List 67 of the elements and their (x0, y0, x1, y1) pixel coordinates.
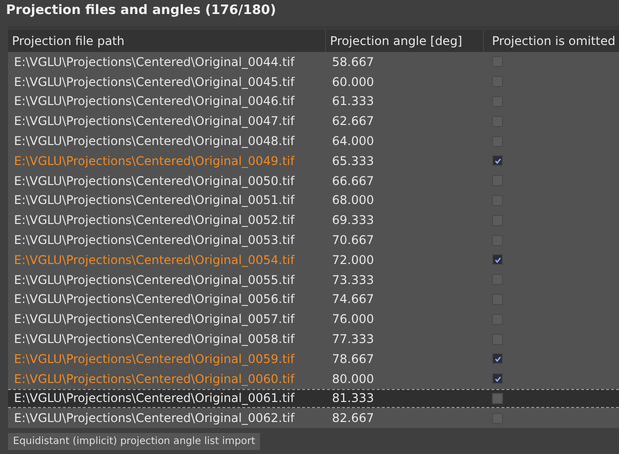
column-header[interactable]: Projection angle [deg] (326, 30, 484, 52)
table-row[interactable]: E:\VGLU\Projections\Centered\Original_0057.tif 76.000 (8, 309, 619, 330)
import-button[interactable]: Equidistant (implicit) projection angle list import (8, 433, 260, 450)
table-row[interactable]: E:\VGLU\Projections\Centered\Original_0051.tif 68.000 (8, 190, 619, 210)
file-path-cell-text: E:\VGLU\Projections\Centered\Original_0046.tif (13, 94, 296, 108)
file-path-cell-text: E:\VGLU\Projections\Centered\Original_0061.tif (13, 391, 296, 406)
angle-cell-text: 61.333 (331, 94, 375, 108)
file-path-cell-text: E:\VGLU\Projections\Centered\Original_0054.tif (13, 252, 296, 267)
column-header[interactable]: Projection is omitted (484, 30, 619, 52)
table-row[interactable]: E:\VGLU\Projections\Centered\Original_0059.tif 78.667 (8, 348, 619, 369)
angle-cell-text: 62.667 (331, 114, 375, 128)
omitted-checkbox[interactable] (492, 392, 503, 404)
file-path-cell-text: E:\VGLU\Projections\Centered\Original_0044.tif (13, 54, 296, 69)
file-path-cell-text: E:\VGLU\Projections\Centered\Original_0055.tif (13, 272, 296, 287)
table-row[interactable]: E:\VGLU\Projections\Centered\Original_0056.tif 74.667 (8, 290, 619, 310)
file-path-cell-text: E:\VGLU\Projections\Centered\Original_0059.tif (13, 352, 296, 366)
file-path-cell-text: E:\VGLU\Projections\Centered\Original_0060.tif (13, 372, 296, 386)
table-row[interactable]: E:\VGLU\Projections\Centered\Original_0054.tif 72.000 (8, 250, 619, 270)
angle-cell-text: 69.333 (331, 213, 375, 228)
angle-cell-text: 82.667 (331, 411, 375, 426)
table-row[interactable]: E:\VGLU\Projections\Centered\Original_0049.tif 65.333 (8, 150, 619, 171)
angle-cell-text: 76.000 (331, 312, 375, 326)
table-row[interactable]: E:\VGLU\Projections\Centered\Original_0046.tif 61.333 (8, 92, 619, 112)
file-path-cell-text: E:\VGLU\Projections\Centered\Original_0056.tif (13, 292, 296, 306)
angle-cell-text: 81.333 (331, 391, 375, 406)
omitted-checkbox[interactable] (492, 254, 503, 266)
angle-cell-text: 80.000 (331, 372, 375, 386)
angle-cell-text: 70.667 (331, 233, 375, 248)
angle-cell-text: 65.333 (331, 154, 375, 168)
file-path-cell-text: E:\VGLU\Projections\Centered\Original_0050.tif (13, 174, 296, 188)
angle-cell-text: 58.667 (331, 54, 375, 69)
file-path-cell-text: E:\VGLU\Projections\Centered\Original_0051.tif (13, 193, 296, 208)
angle-cell-text: 66.667 (331, 174, 375, 188)
omitted-checkbox[interactable] (492, 155, 503, 166)
angle-cell-text: 64.000 (331, 134, 375, 148)
file-path-cell-text: E:\VGLU\Projections\Centered\Original_0052.tif (13, 213, 296, 228)
table-row[interactable]: E:\VGLU\Projections\Centered\Original_0053.tif 70.667 (8, 230, 619, 250)
file-path-cell-text: E:\VGLU\Projections\Centered\Original_0062.tif (13, 411, 296, 426)
angle-cell-text: 72.000 (331, 252, 375, 267)
angle-cell-text: 74.667 (331, 292, 375, 306)
angle-cell-text: 77.333 (331, 332, 375, 346)
angle-cell-text: 60.000 (331, 74, 375, 89)
file-path-cell-text: E:\VGLU\Projections\Centered\Original_0053.tif (13, 233, 296, 248)
omitted-checkbox[interactable] (492, 353, 503, 364)
table-row[interactable]: E:\VGLU\Projections\Centered\Original_0061.tif 81.333 (8, 388, 619, 408)
table-row[interactable]: E:\VGLU\Projections\Centered\Original_0052.tif 69.333 (8, 210, 619, 230)
file-path-cell-text: E:\VGLU\Projections\Centered\Original_0049.tif (13, 154, 296, 168)
table-row[interactable]: E:\VGLU\Projections\Centered\Original_0044.tif 58.667 (8, 52, 619, 72)
table-row[interactable]: E:\VGLU\Projections\Centered\Original_0062.tif 82.667 (8, 408, 619, 428)
table-row[interactable]: E:\VGLU\Projections\Centered\Original_0060.tif 80.000 (8, 368, 619, 389)
panel-title: Projection files and angles (176/180) (5, 2, 278, 20)
table-row[interactable]: E:\VGLU\Projections\Centered\Original_0055.tif 73.333 (8, 270, 619, 290)
column-header[interactable]: Projection file path (8, 30, 326, 52)
file-path-cell-text: E:\VGLU\Projections\Centered\Original_0057.tif (13, 312, 296, 326)
table-row[interactable]: E:\VGLU\Projections\Centered\Original_0058.tif 77.333 (8, 329, 619, 349)
angle-cell-text: 68.000 (331, 193, 375, 208)
angle-cell-text: 73.333 (331, 272, 375, 287)
file-path-cell-text: E:\VGLU\Projections\Centered\Original_0045.tif (13, 74, 296, 89)
file-path-cell-text: E:\VGLU\Projections\Centered\Original_0047.tif (13, 114, 296, 128)
file-path-cell-text: E:\VGLU\Projections\Centered\Original_0058.tif (13, 332, 296, 346)
angle-cell-text: 78.667 (331, 352, 375, 366)
table-row[interactable]: E:\VGLU\Projections\Centered\Original_0047.tif 62.667 (8, 111, 619, 132)
table-row[interactable]: E:\VGLU\Projections\Centered\Original_0045.tif 60.000 (8, 72, 619, 92)
omitted-checkbox[interactable] (492, 373, 503, 384)
table-row[interactable]: E:\VGLU\Projections\Centered\Original_0050.tif 66.667 (8, 170, 619, 191)
file-path-cell-text: E:\VGLU\Projections\Centered\Original_0048.tif (13, 134, 296, 148)
table-row[interactable]: E:\VGLU\Projections\Centered\Original_0048.tif 64.000 (8, 131, 619, 151)
